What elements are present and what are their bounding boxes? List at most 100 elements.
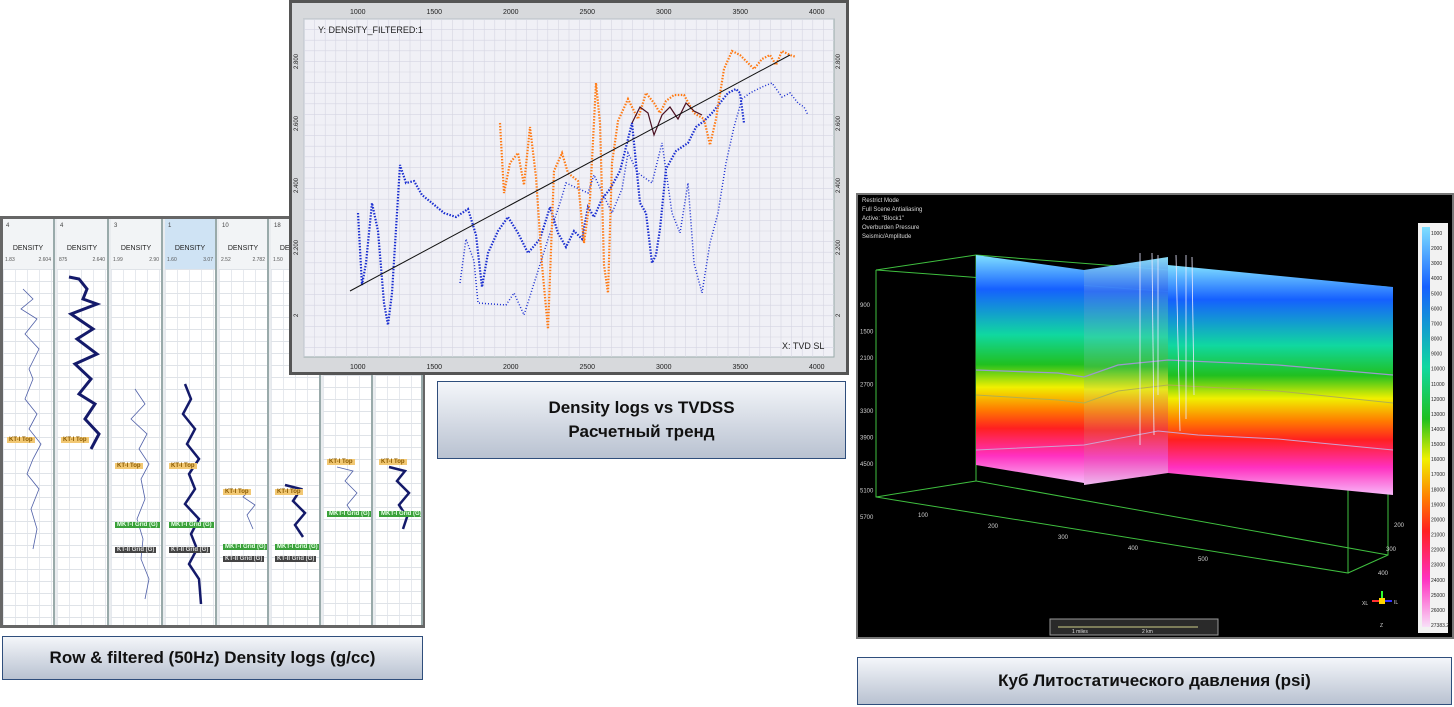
x-tick-label: 3000 [656,364,672,371]
marker-kt1-top: KT-I Top [379,459,407,465]
color-scale-value: 10000 [1431,367,1445,373]
x-tick-label: 4000 [809,9,825,16]
x-tick-label: 1500 [427,9,443,16]
depth-tick-label: 3900 [860,436,874,442]
color-scale-value: 14000 [1431,427,1445,433]
x-tick-label: 1000 [350,364,366,371]
axis-label-z: Z [1380,623,1383,629]
axis-label-il: IL [1394,600,1398,606]
caption-cube: Куб Литостатического давления (psi) [857,657,1452,705]
inline-tick-label: 500 [1198,557,1209,563]
color-scale-value: 8000 [1431,337,1442,343]
color-scale-value: 6000 [1431,306,1442,312]
caption-crossplot: Density logs vs TVDSS Расчетный тренд [437,381,846,459]
log-track: 4 DENSITY 1.83 2.604 KT-I Top [3,219,55,625]
slice-front [1168,265,1393,495]
marker-kt1-top: KT-I Top [327,459,355,465]
marker-kt2-grid: KT-II Grid (G) [223,556,265,562]
x-tick-label: 2500 [580,9,596,16]
axis-label-xl: XL [1362,601,1368,607]
y-tick-label: 2.400 [294,177,300,193]
depth-tick-label: 4500 [860,462,874,468]
depth-tick-label: 3300 [860,409,874,415]
x-tick-label: 2000 [503,9,519,16]
inline-tick-label: 200 [988,524,999,530]
x-tick-label: 1500 [427,364,443,371]
marker-kt1-top: KT-I Top [169,463,197,469]
color-scale-bar [1422,227,1430,627]
marker-mkt-grid: MKT-I Grid (G) [169,522,214,528]
color-scale-value: 3000 [1431,261,1442,267]
y-ticks-left: 2 2.200 2.400 2.600 2.800 [294,53,300,317]
marker-kt1-top: KT-I Top [115,463,143,469]
marker-mkt-grid: MKT-I Grid (G) [379,511,422,517]
color-scale-value: 25000 [1431,593,1445,599]
depth-tick-label: 2100 [860,356,874,362]
log-curve [130,388,150,600]
color-scale-value: 18000 [1431,487,1445,493]
crossline-tick-label: 200 [1394,523,1405,529]
log-track: 10 DENSITY 2.52 2.782 KT-I Top MKT-I Grid… [219,219,269,625]
log-curve [20,288,42,550]
marker-kt1-top: KT-I Top [223,489,251,495]
color-scale-value: 2000 [1431,246,1442,252]
y-axis-title: Y: DENSITY_FILTERED:1 [318,25,423,35]
x-tick-label: 2000 [503,364,519,371]
y-tick-label: 2.800 [294,53,300,69]
x-ticks-top: 1000 1500 2000 2500 3000 3500 4000 [350,9,825,16]
marker-mkt-grid: MKT-I Grid (G) [115,522,160,528]
caption-text: Row & filtered (50Hz) Density logs (g/cc… [49,648,376,667]
log-track: 3 DENSITY 1.99 2.90 KT-I Top MKT-I Grid (… [111,219,163,625]
x-tick-label: 4000 [809,364,825,371]
marker-kt2-grid: KT-II Grid (G) [169,547,211,553]
caption-density-logs: Row & filtered (50Hz) Density logs (g/cc… [2,636,423,680]
x-tick-label: 3000 [656,9,672,16]
log-curve [228,488,256,530]
y-tick-label: 2.400 [836,177,842,193]
x-tick-label: 1000 [350,9,366,16]
x-ticks-bottom: 1000 1500 2000 2500 3000 3500 4000 [350,364,825,371]
inline-tick-label: 300 [1058,535,1069,541]
color-scale-value: 26000 [1431,608,1445,614]
color-scale-value: 5000 [1431,291,1442,297]
caption-text: Куб Литостатического давления (psi) [998,671,1311,690]
log-curve [67,275,102,450]
color-scale-value: 22000 [1431,548,1445,554]
depth-tick-label: 1500 [860,330,874,336]
marker-kt2-grid: KT-II Grid (G) [275,556,317,562]
inline-axis: 100 200 300 400 500 [918,513,1209,563]
color-scale-value: 17000 [1431,472,1445,478]
color-scale-value: 9000 [1431,352,1442,358]
log-track: 4 DENSITY 875 2.640 KT-I Top [57,219,109,625]
color-scale-value: 4000 [1431,276,1442,282]
crossline-tick-label: 400 [1378,571,1389,577]
crossline-axis: 200 300 400 [1378,523,1405,577]
color-scale-value: 19000 [1431,502,1445,508]
marker-kt1-top: KT-I Top [61,437,89,443]
caption-line-1: Density logs vs TVDSS [548,398,735,417]
y-tick-label: 2.200 [836,239,842,255]
color-scale-value: 7000 [1431,321,1442,327]
color-scale-value: 23000 [1431,563,1445,569]
x-tick-label: 3500 [733,364,749,371]
color-scale-value: 11000 [1431,382,1445,388]
marker-mkt-grid: MKT-I Grid (G) [327,511,371,517]
y-tick-label: 2.600 [836,115,842,131]
inline-tick-label: 100 [918,513,929,519]
color-scale-value: 15000 [1431,442,1445,448]
marker-mkt-grid: MKT-I Grid (G) [223,544,267,550]
overburden-pressure-cube: Restrict Mode Full Scene Antialiasing Ac… [856,193,1454,639]
depth-axis: 900 1500 2100 2700 3300 3900 4500 5100 5700 [860,303,874,521]
y-tick-label: 2.800 [836,53,842,69]
y-tick-label: 2.200 [294,239,300,255]
depth-tick-label: 5700 [860,515,874,521]
depth-tick-label: 2700 [860,383,874,389]
color-scale-value: 27383.2 [1431,623,1449,629]
depth-tick-label: 900 [860,303,871,309]
scalebar-km: 2 km [1142,629,1153,635]
color-scale-value: 20000 [1431,517,1445,523]
marker-kt1-top: KT-I Top [275,489,303,495]
log-curve [181,383,203,605]
density-vs-tvd-crossplot: Y: DENSITY_FILTERED:1 X: TVD SL 1000 1500… [289,0,849,375]
depth-tick-label: 5100 [860,489,874,495]
